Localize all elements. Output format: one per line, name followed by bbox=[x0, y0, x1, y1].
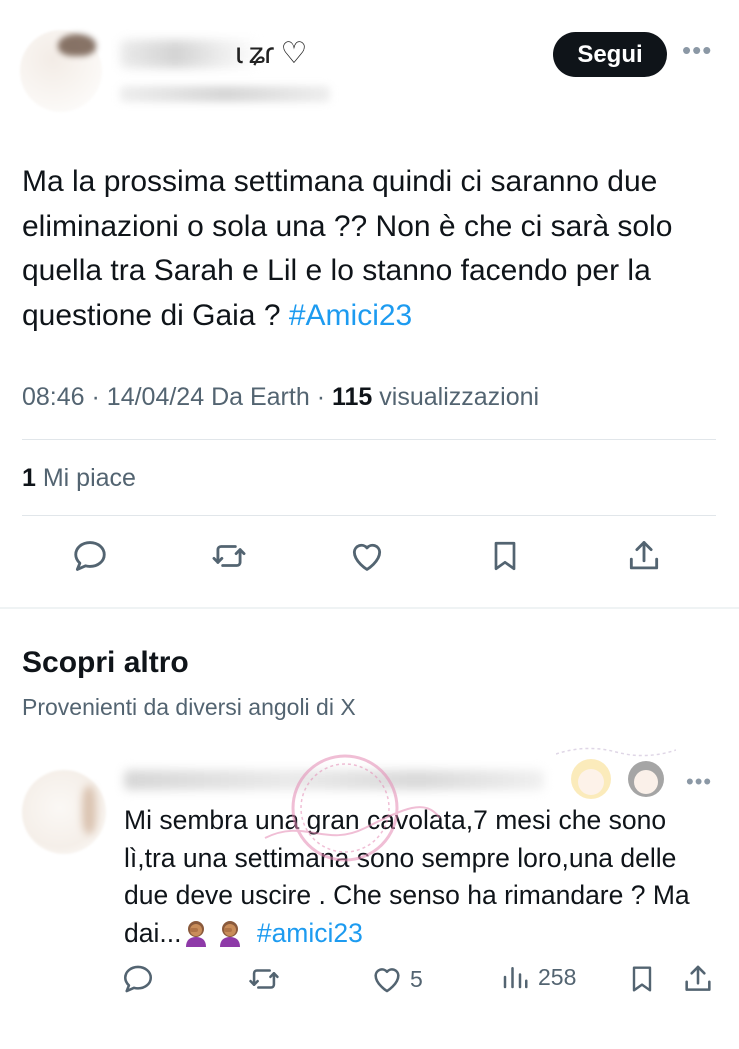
views-label: visualizzazioni bbox=[379, 383, 540, 411]
section-divider bbox=[0, 607, 739, 609]
author-avatar[interactable] bbox=[20, 30, 102, 112]
tweet-text: Ma la prossima settimana quindi ci saran… bbox=[22, 160, 722, 338]
reply-like-icon[interactable] bbox=[370, 962, 404, 996]
reply-like-count: 5 bbox=[410, 965, 423, 992]
reply-like-button[interactable]: 5 bbox=[370, 962, 423, 996]
reply-author-avatar[interactable] bbox=[22, 770, 106, 854]
author-handle-redacted[interactable] bbox=[120, 86, 330, 102]
likes-summary[interactable]: 1 Mi piace bbox=[22, 464, 136, 493]
tweet-date[interactable]: 14/04/24 bbox=[107, 383, 204, 411]
reply-icon[interactable] bbox=[68, 534, 112, 578]
likes-count: 1 bbox=[22, 464, 36, 492]
views-chart-icon[interactable] bbox=[500, 962, 530, 992]
reply-author-name-redacted[interactable] bbox=[124, 770, 544, 790]
tweet-hashtag-link[interactable]: #Amici23 bbox=[289, 299, 412, 332]
reply-share-icon[interactable] bbox=[676, 957, 720, 1001]
author-name-visible-part: ɩ ʑɾ ♡ bbox=[236, 37, 307, 70]
like-icon[interactable] bbox=[345, 534, 389, 578]
discover-title: Scopri altro bbox=[22, 646, 189, 679]
reply-views-button[interactable]: 258 bbox=[500, 962, 576, 992]
reply-bookmark-icon[interactable] bbox=[620, 957, 664, 1001]
retweet-icon[interactable] bbox=[207, 534, 251, 578]
tweet-source: Da Earth bbox=[211, 383, 310, 411]
more-options-icon[interactable]: ••• bbox=[682, 37, 712, 63]
meta-separator: · bbox=[91, 383, 100, 411]
reply-retweet-icon[interactable] bbox=[242, 957, 286, 1001]
follow-button[interactable]: Segui bbox=[553, 32, 667, 77]
divider bbox=[22, 439, 716, 440]
share-icon[interactable] bbox=[622, 534, 666, 578]
tweet-meta: 08:46 · 14/04/24 Da Earth · 115 visualiz… bbox=[22, 383, 539, 412]
bookmark-icon[interactable] bbox=[483, 534, 527, 578]
facepalm-emoji-icon bbox=[181, 917, 211, 947]
meta-separator: · bbox=[316, 383, 326, 411]
facepalm-emoji-icon bbox=[215, 917, 245, 947]
reply-hashtag-link[interactable]: #amici23 bbox=[257, 918, 363, 948]
discover-subtitle: Provenienti da diversi angoli di X bbox=[22, 694, 356, 720]
tweet-time[interactable]: 08:46 bbox=[22, 383, 85, 411]
reply-text: Mi sembra una gran cavolata,7 mesi che s… bbox=[124, 802, 724, 952]
divider bbox=[22, 515, 716, 516]
likes-label: Mi piace bbox=[42, 464, 136, 492]
reply-more-options-icon[interactable]: ••• bbox=[686, 771, 712, 793]
views-count: 115 bbox=[331, 383, 373, 411]
reply-reply-icon[interactable] bbox=[116, 957, 160, 1001]
reply-views-count: 258 bbox=[538, 963, 577, 990]
